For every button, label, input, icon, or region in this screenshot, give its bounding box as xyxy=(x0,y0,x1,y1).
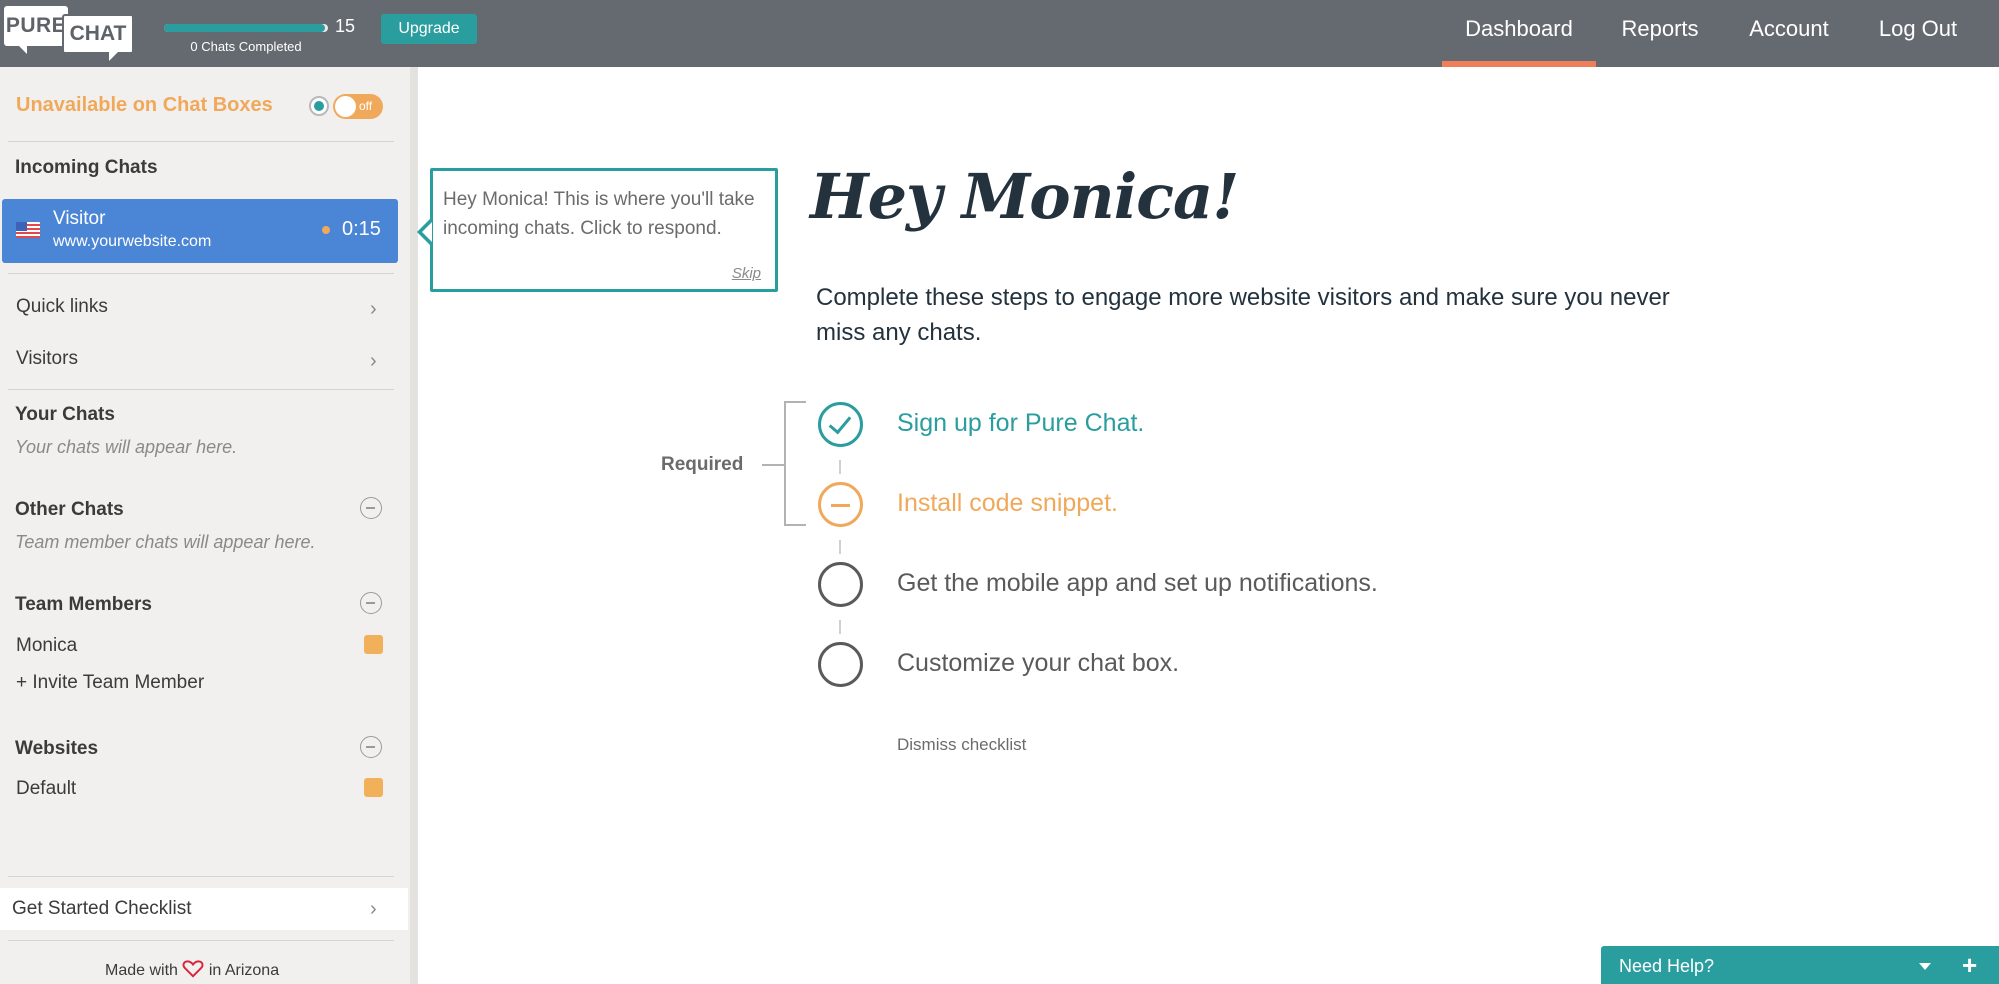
availability-label: Unavailable on Chat Boxes xyxy=(16,94,273,116)
upgrade-button[interactable]: Upgrade xyxy=(381,14,477,44)
divider xyxy=(8,876,394,877)
get-started-checklist-label: Get Started Checklist xyxy=(12,898,192,919)
step-complete-icon xyxy=(818,402,863,447)
step-todo-icon xyxy=(818,562,863,607)
nav-log-out[interactable]: Log Out xyxy=(1868,0,1968,67)
step-connector xyxy=(839,620,841,634)
step-mobile-app[interactable]: Get the mobile app and set up notificati… xyxy=(897,569,1378,598)
dismiss-checklist-link[interactable]: Dismiss checklist xyxy=(897,735,1026,755)
toggle-state-label: off xyxy=(359,99,373,113)
required-bracket-tick xyxy=(762,464,784,466)
chats-progress-fill xyxy=(164,24,325,32)
made-with-suffix: in Arizona xyxy=(208,962,280,979)
get-started-checklist-link[interactable]: Get Started Checklist › xyxy=(0,888,408,930)
heart-icon xyxy=(182,960,204,978)
website-name[interactable]: Default xyxy=(16,778,76,800)
nav-account[interactable]: Account xyxy=(1738,0,1840,67)
other-chats-empty: Team member chats will appear here. xyxy=(15,532,316,552)
toggle-knob xyxy=(335,96,356,117)
logo-chat-text: CHAT xyxy=(62,14,134,61)
step-install-snippet[interactable]: Install code snippet. xyxy=(897,489,1118,518)
chevron-right-icon: › xyxy=(370,350,377,372)
availability-toggle[interactable]: off xyxy=(307,93,385,119)
chat-visitor-site: www.yourwebsite.com xyxy=(53,233,212,250)
sidebar-divider xyxy=(410,67,418,984)
incoming-chat-item[interactable]: Visitor www.yourwebsite.com 0:15 xyxy=(2,199,398,263)
websites-title: Websites xyxy=(15,738,99,759)
chat-visitor-name: Visitor xyxy=(53,208,106,229)
your-chats-title: Your Chats xyxy=(15,404,115,425)
your-chats-empty: Your chats will appear here. xyxy=(15,437,238,457)
divider xyxy=(8,389,394,390)
chat-timer: 0:15 xyxy=(342,218,381,240)
chevron-right-icon: › xyxy=(370,898,377,920)
chevron-right-icon: › xyxy=(370,298,377,320)
other-chats-title: Other Chats xyxy=(15,499,124,520)
team-member-color-swatch xyxy=(364,635,383,654)
logo-pure-text: PURE xyxy=(4,6,68,54)
step-todo-icon xyxy=(818,642,863,687)
plus-icon[interactable]: + xyxy=(1962,952,1977,978)
step-customize-chat-box[interactable]: Customize your chat box. xyxy=(897,649,1179,678)
collapse-icon[interactable] xyxy=(360,736,382,758)
made-with-prefix: Made with xyxy=(105,962,178,979)
step-pending-icon xyxy=(818,482,863,527)
website-color-swatch xyxy=(364,778,383,797)
nav-reports[interactable]: Reports xyxy=(1610,0,1710,67)
divider xyxy=(8,940,394,941)
nav-dashboard[interactable]: Dashboard xyxy=(1442,0,1596,67)
invite-team-member-link[interactable]: + Invite Team Member xyxy=(16,672,204,694)
need-help-label: Need Help? xyxy=(1619,956,1715,976)
chats-progress-count: 15 xyxy=(335,16,356,36)
incoming-chats-tooltip: Hey Monica! This is where you'll take in… xyxy=(417,168,778,292)
top-bar: PURE CHAT 15 0 Chats Completed Upgrade D… xyxy=(0,0,1999,67)
step-connector xyxy=(839,460,841,474)
tooltip-skip-link[interactable]: Skip xyxy=(732,265,761,282)
incoming-chats-title: Incoming Chats xyxy=(15,157,158,178)
visitors-link[interactable]: Visitors xyxy=(16,348,78,370)
team-members-title: Team Members xyxy=(15,594,152,615)
quick-links-link[interactable]: Quick links xyxy=(16,296,108,318)
need-help-widget[interactable]: Need Help? + xyxy=(1601,946,1999,984)
divider xyxy=(8,273,394,274)
toggle-switch[interactable]: off xyxy=(333,94,383,119)
divider xyxy=(8,141,394,142)
us-flag-icon xyxy=(16,222,40,238)
chats-completed-label: 0 Chats Completed xyxy=(190,39,302,54)
collapse-icon[interactable] xyxy=(360,497,382,519)
chat-status-dot xyxy=(322,226,330,234)
made-with-footer: Made with in Arizona xyxy=(105,960,279,980)
checklist-intro: Complete these steps to engage more webs… xyxy=(816,284,1670,346)
caret-down-icon[interactable] xyxy=(1919,963,1931,970)
team-member-name[interactable]: Monica xyxy=(16,635,77,657)
step-sign-up[interactable]: Sign up for Pure Chat. xyxy=(897,409,1144,438)
collapse-icon[interactable] xyxy=(360,592,382,614)
step-connector xyxy=(839,540,841,554)
greeting-heading: Hey Monica! xyxy=(810,160,1239,233)
chats-progress-bar xyxy=(164,24,328,32)
pure-chat-logo[interactable]: PURE CHAT xyxy=(4,6,134,61)
required-label: Required xyxy=(661,454,744,475)
tooltip-text: Hey Monica! This is where you'll take in… xyxy=(443,189,755,239)
required-bracket xyxy=(784,401,806,526)
availability-radio[interactable] xyxy=(309,96,329,116)
